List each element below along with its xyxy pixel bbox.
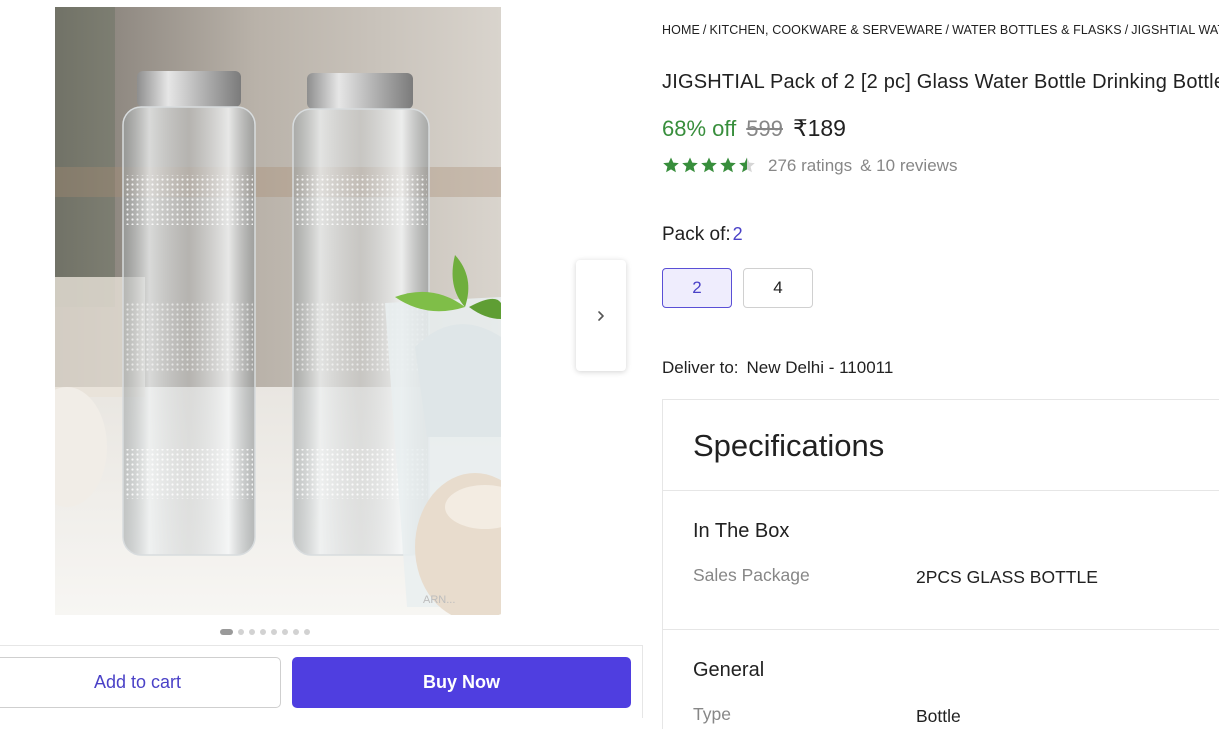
- breadcrumb-water-bottles[interactable]: WATER BOTTLES & FLASKS: [952, 23, 1122, 37]
- breadcrumb: HOME / KITCHEN, COOKWARE & SERVEWARE / WATER…: [662, 23, 1219, 37]
- reviews-count: & 10 reviews: [860, 156, 958, 175]
- breadcrumb-brand[interactable]: JIGSHTIAL WATER BOTTLES: [1131, 23, 1219, 37]
- image-watermark: ARN...: [423, 594, 455, 606]
- divider: [663, 490, 1219, 491]
- delivery-pincode: New Delhi - 110011: [746, 358, 894, 377]
- delivery-location[interactable]: Deliver to: New Delhi - 110011: [662, 358, 893, 378]
- selling-price: ₹189: [792, 115, 846, 141]
- pack-option-2[interactable]: 2: [662, 268, 732, 308]
- spec-group-in-the-box: In The Box: [693, 520, 790, 542]
- product-gallery: ARN... Add to cart Buy Now: [0, 0, 645, 729]
- pagination-dot[interactable]: [271, 629, 277, 635]
- spec-key-type: Type: [693, 704, 731, 724]
- pagination-dot[interactable]: [238, 629, 244, 635]
- star-rating: [662, 156, 758, 176]
- deliver-to-label: Deliver to:: [662, 358, 739, 377]
- next-image-button[interactable]: [576, 260, 626, 371]
- specifications-title: Specifications: [693, 428, 885, 463]
- image-pagination-dots: [220, 629, 310, 635]
- bottle-photo: ARN...: [55, 7, 501, 615]
- product-title: JIGSHTIAL Pack of 2 [2 pc] Glass Water B…: [662, 71, 1219, 93]
- spec-value-type: Bottle: [916, 706, 961, 726]
- spec-value-sales-package: 2PCS GLASS BOTTLE: [916, 567, 1098, 587]
- pagination-dot[interactable]: [304, 629, 310, 635]
- original-price: 599: [746, 116, 783, 141]
- discount-percent: 68% off: [662, 116, 737, 141]
- add-to-cart-button[interactable]: Add to cart: [0, 657, 281, 708]
- pagination-dot[interactable]: [282, 629, 288, 635]
- breadcrumb-home[interactable]: HOME: [662, 23, 700, 37]
- pagination-dot[interactable]: [293, 629, 299, 635]
- breadcrumb-kitchen[interactable]: KITCHEN, COOKWARE & SERVEWARE: [709, 23, 942, 37]
- spec-key-sales-package: Sales Package: [693, 565, 810, 585]
- buy-now-button[interactable]: Buy Now: [292, 657, 631, 708]
- spec-group-general: General: [693, 659, 765, 681]
- ratings-count: 276 ratings: [768, 156, 853, 175]
- pack-option-4[interactable]: 4: [743, 268, 813, 308]
- price-row: 68% off 599 ₹189: [662, 115, 846, 142]
- star-rating-icon: [663, 157, 755, 173]
- chevron-right-icon: [598, 310, 604, 321]
- rating-row[interactable]: 276 ratings & 10 reviews: [662, 156, 965, 176]
- product-details: HOME / KITCHEN, COOKWARE & SERVEWARE / WATER…: [662, 0, 1219, 729]
- pack-of-label: Pack of: 2: [662, 224, 743, 246]
- specifications-panel: Specifications In The Box Sales Package …: [662, 399, 1219, 729]
- product-image[interactable]: ARN...: [55, 7, 501, 615]
- pagination-dot[interactable]: [260, 629, 266, 635]
- pagination-dot[interactable]: [249, 629, 255, 635]
- divider: [663, 629, 1219, 630]
- pack-of-text: Pack of:: [662, 224, 731, 245]
- purchase-action-bar: Add to cart Buy Now: [0, 645, 643, 718]
- pack-of-value: 2: [732, 224, 743, 244]
- pagination-dot[interactable]: [220, 629, 233, 635]
